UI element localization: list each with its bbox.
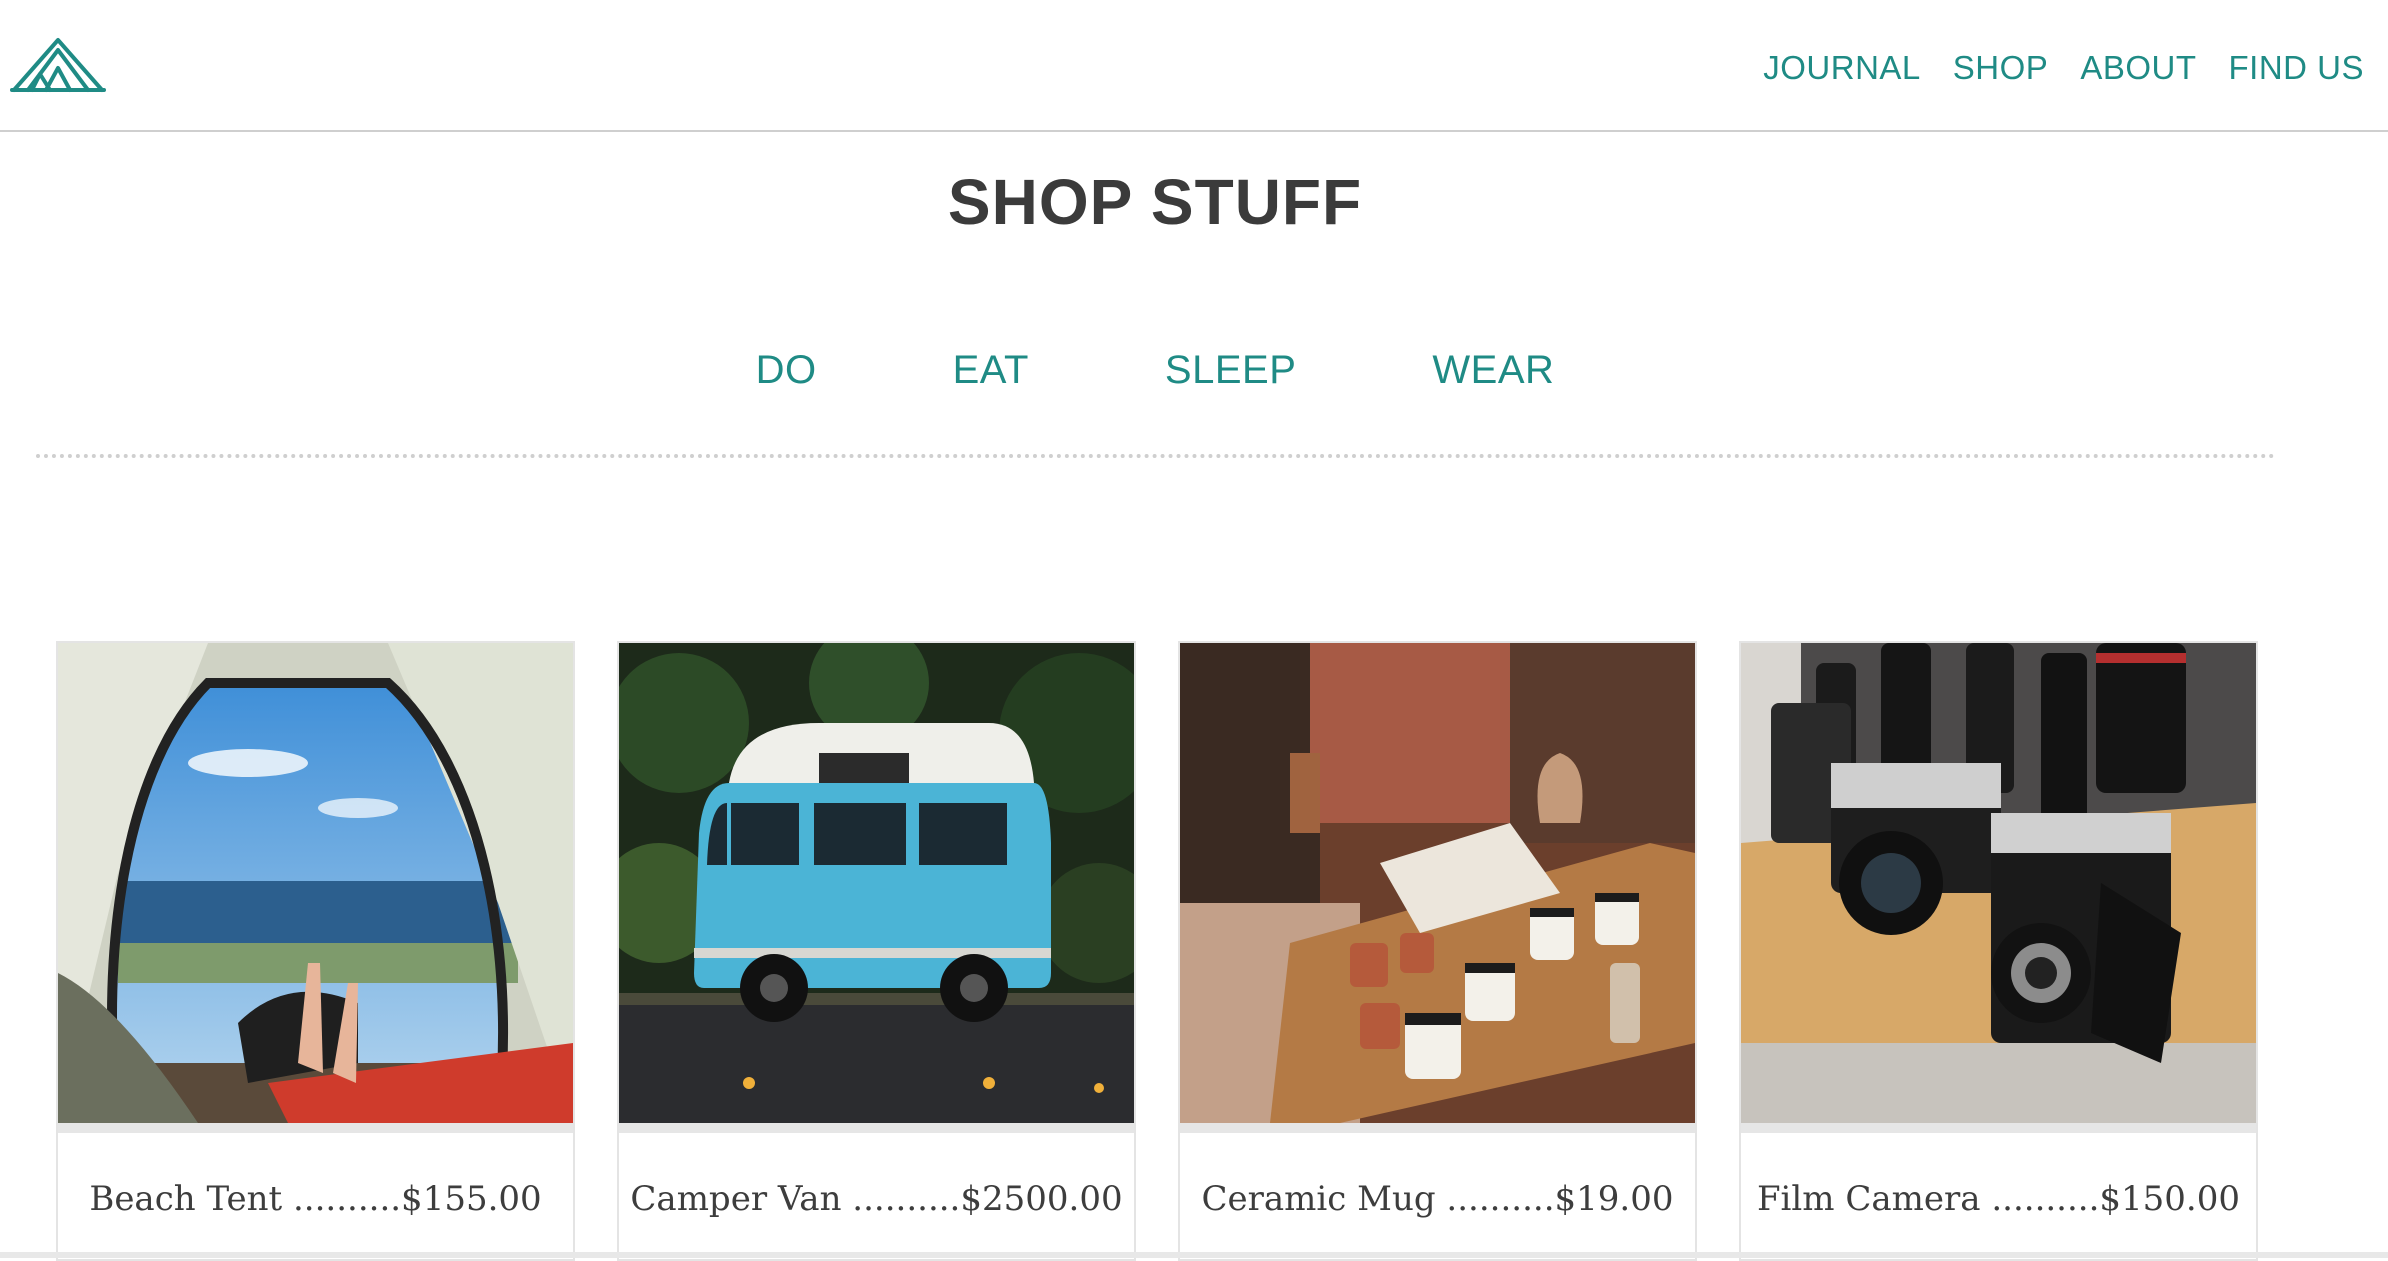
product-caption: Ceramic Mug ..........$19.00 [1201, 1179, 1674, 1219]
nav-journal[interactable]: JOURNAL [1763, 46, 1921, 90]
blue-camper-van-photo[interactable] [619, 643, 1134, 1133]
product-card-beach-tent[interactable]: Beach Tent ..........$155.00 [56, 641, 575, 1261]
nav-find-us[interactable]: FIND US [2229, 46, 2365, 90]
product-caption: Film Camera ..........$150.00 [1756, 1179, 2241, 1219]
tent-logo-icon[interactable] [10, 34, 106, 98]
category-sleep[interactable]: SLEEP [1165, 340, 1296, 400]
main-nav: JOURNAL SHOP ABOUT FIND US [1763, 46, 2364, 90]
nav-shop[interactable]: SHOP [1953, 46, 2049, 90]
product-card-camper-van[interactable]: Camper Van ..........$2500.00 [617, 641, 1136, 1261]
page-bottom-edge [0, 1252, 2388, 1258]
category-wear[interactable]: WEAR [1432, 340, 1554, 400]
nav-about[interactable]: ABOUT [2080, 46, 2196, 90]
ceramic-mugs-photo[interactable] [1180, 643, 1695, 1133]
category-eat[interactable]: EAT [953, 340, 1029, 400]
product-grid: Beach Tent ..........$155.00 Camper Van … [56, 641, 2258, 1261]
film-cameras-photo[interactable] [1741, 643, 2256, 1133]
page-title: SHOP STUFF [947, 166, 1363, 238]
product-caption: Camper Van ..........$2500.00 [630, 1179, 1123, 1219]
tent-beach-photo[interactable] [58, 643, 573, 1133]
category-filter: DO EAT SLEEP WEAR [0, 340, 2310, 400]
category-do[interactable]: DO [756, 340, 817, 400]
product-card-ceramic-mug[interactable]: Ceramic Mug ..........$19.00 [1178, 641, 1697, 1261]
site-header: JOURNAL SHOP ABOUT FIND US [0, 0, 2388, 132]
dotted-divider [36, 454, 2276, 458]
product-caption: Beach Tent ..........$155.00 [89, 1179, 542, 1219]
product-card-film-camera[interactable]: Film Camera ..........$150.00 [1739, 641, 2258, 1261]
